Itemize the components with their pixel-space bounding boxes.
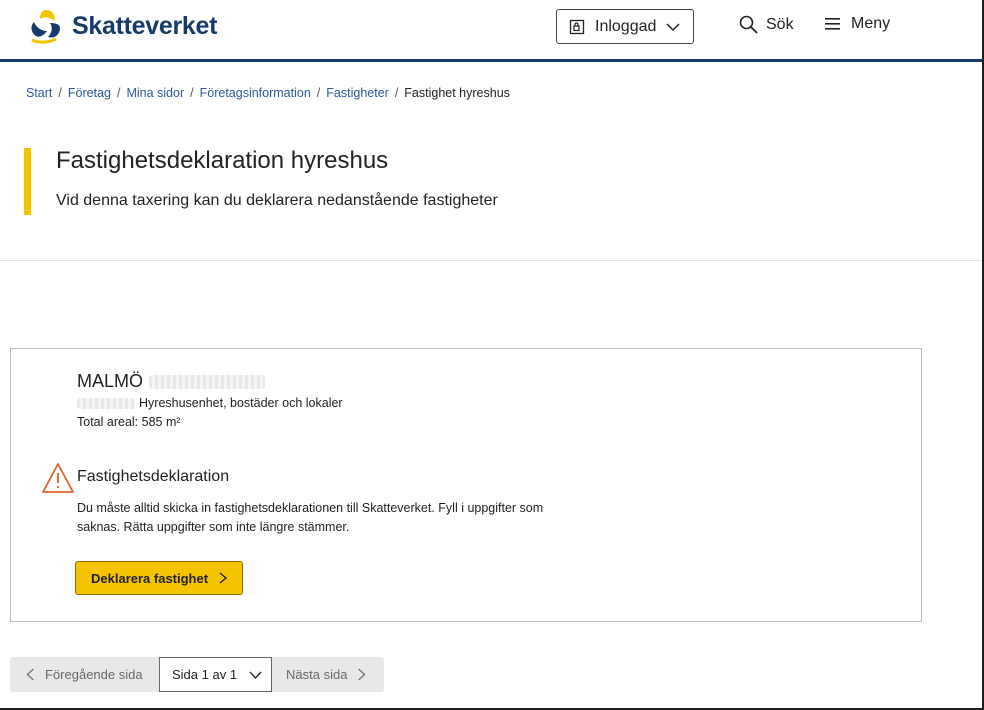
warning-title: Fastighetsdeklaration bbox=[77, 468, 230, 485]
warning-triangle-icon bbox=[42, 463, 74, 493]
breadcrumb-separator: / bbox=[316, 86, 321, 100]
breadcrumb-separator: / bbox=[394, 86, 399, 100]
property-card: MALMÖ Hyreshusenhet, bostäder och lokale… bbox=[10, 348, 922, 622]
skatteverket-logo-icon bbox=[31, 10, 60, 44]
chevron-down-icon bbox=[249, 671, 262, 679]
redacted-type-code bbox=[77, 397, 135, 409]
next-page-label: Nästa sida bbox=[286, 667, 348, 682]
search-label: Sök bbox=[766, 15, 794, 33]
declare-property-button[interactable]: Deklarera fastighet bbox=[75, 561, 243, 595]
chevron-left-icon bbox=[26, 668, 34, 681]
breadcrumb-link-foretagsinformation[interactable]: Företagsinformation bbox=[200, 86, 311, 100]
property-type: Hyreshusenhet, bostäder och lokaler bbox=[139, 396, 343, 410]
breadcrumb-link-fastigheter[interactable]: Fastigheter bbox=[326, 86, 389, 100]
logged-in-label: Inloggad bbox=[595, 17, 657, 35]
brand-name: Skatteverket bbox=[72, 11, 218, 40]
pagination: Föregående sida Sida 1 av 1 Nästa sida bbox=[10, 657, 384, 692]
previous-page-label: Föregående sida bbox=[45, 667, 143, 682]
property-total-area: Total areal: 585 m² bbox=[77, 415, 181, 429]
page-select-value: Sida 1 av 1 bbox=[172, 667, 238, 682]
declare-property-label: Deklarera fastighet bbox=[91, 570, 209, 586]
page-title: Fastighetsdeklaration hyreshus bbox=[56, 147, 389, 174]
skatteverket-logo[interactable]: Skatteverket bbox=[26, 6, 217, 46]
heading-accent-bar bbox=[24, 148, 31, 215]
breadcrumb-link-start[interactable]: Start bbox=[26, 86, 52, 100]
site-header: Skatteverket Inloggad Sök Meny bbox=[0, 0, 982, 62]
breadcrumb: Start / Företag / Mina sidor / Företagsi… bbox=[26, 86, 510, 100]
breadcrumb-separator: / bbox=[116, 86, 121, 100]
chevron-right-icon bbox=[219, 572, 228, 584]
menu-label: Meny bbox=[851, 15, 891, 32]
next-page-button[interactable]: Nästa sida bbox=[272, 657, 384, 692]
page-select[interactable]: Sida 1 av 1 bbox=[159, 657, 272, 692]
menu-button[interactable]: Meny bbox=[825, 15, 890, 33]
breadcrumb-separator: / bbox=[190, 86, 194, 100]
warning-text: Du måste alltid skicka in fastighetsdekl… bbox=[77, 501, 544, 534]
redacted-property-designation bbox=[149, 374, 266, 389]
logged-in-button[interactable]: Inloggad bbox=[556, 9, 694, 44]
search-icon bbox=[739, 15, 758, 34]
search-button[interactable]: Sök bbox=[739, 15, 794, 34]
breadcrumb-link-foretag[interactable]: Företag bbox=[68, 86, 111, 100]
property-type-row: Hyreshusenhet, bostäder och lokaler bbox=[77, 396, 343, 410]
breadcrumb-link-mina-sidor[interactable]: Mina sidor bbox=[126, 86, 184, 100]
property-name-row: MALMÖ bbox=[77, 371, 266, 392]
section-divider bbox=[0, 260, 982, 261]
logout-door-icon bbox=[569, 19, 585, 34]
previous-page-button[interactable]: Föregående sida bbox=[10, 657, 159, 692]
chevron-right-icon bbox=[358, 668, 366, 681]
breadcrumb-separator: / bbox=[58, 86, 62, 100]
page-subtitle: Vid denna taxering kan du deklarera neda… bbox=[56, 192, 498, 209]
property-name: MALMÖ bbox=[77, 371, 144, 391]
chevron-down-icon bbox=[666, 22, 680, 31]
hamburger-menu-icon bbox=[825, 18, 840, 30]
breadcrumb-current: Fastighet hyreshus bbox=[404, 86, 510, 100]
